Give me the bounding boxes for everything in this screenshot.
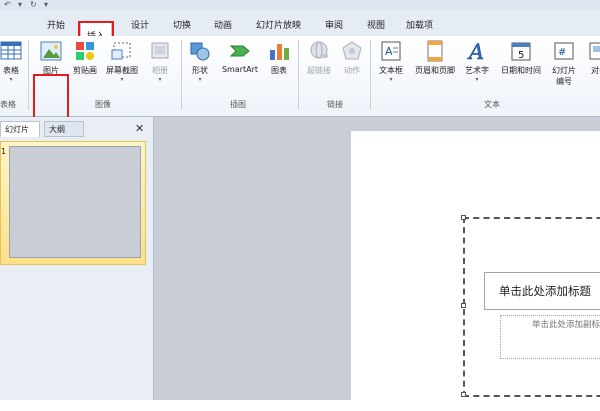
smartart-label: SmartArt [221, 65, 259, 74]
tab-slideshow[interactable]: 幻灯片放映 [256, 18, 301, 31]
object-button[interactable]: 对象 [584, 40, 600, 76]
shapes-label: 形状 [192, 66, 208, 75]
photo-album-label: 相册 [152, 66, 168, 75]
tab-design[interactable]: 设计 [131, 18, 149, 31]
svg-text:A: A [385, 45, 393, 58]
tab-animations[interactable]: 动画 [214, 18, 232, 31]
tab-home[interactable]: 开始 [47, 18, 65, 31]
dropdown-arrow-icon: ▾ [158, 76, 162, 83]
header-footer-button[interactable]: 页眉和页脚 [410, 40, 460, 76]
screenshot-label: 屏幕截图 [106, 66, 138, 75]
panel-tabs: 幻灯片 大纲 ✕ [0, 121, 153, 137]
screenshot-icon [111, 40, 133, 62]
action-label: 动作 [344, 66, 360, 75]
repeat-icon[interactable]: ↻ [30, 1, 37, 9]
dropdown-arrow-icon[interactable]: ▾ [18, 1, 22, 9]
slide-thumbnail-selected[interactable] [0, 141, 146, 265]
hyperlink-label: 超链接 [307, 66, 331, 75]
group-label-illustrations: 插图 [230, 100, 246, 109]
wordart-label: 艺术字 [465, 66, 489, 75]
textbox-button[interactable]: A 文本框 ▾ [374, 40, 408, 83]
title-placeholder[interactable]: 单击此处添加标题 [484, 272, 600, 310]
table-label: 表格 [3, 66, 19, 75]
tab-slides[interactable]: 幻灯片 [0, 121, 40, 137]
group-divider [298, 40, 299, 110]
table-button[interactable]: 表格 ▾ [0, 40, 26, 83]
chart-icon [268, 40, 290, 62]
resize-handle[interactable] [461, 215, 466, 220]
dropdown-arrow-icon: ▾ [475, 76, 479, 83]
header-footer-label: 页眉和页脚 [415, 66, 455, 75]
clipart-icon [74, 40, 96, 62]
group-label-links: 链接 [327, 100, 343, 109]
svg-text:5: 5 [518, 50, 524, 61]
date-time-button[interactable]: 5 日期和时间 [496, 40, 546, 76]
picture-button[interactable]: 图片 [35, 40, 67, 76]
group-divider [181, 40, 182, 110]
header-footer-icon [424, 40, 446, 62]
textbox-icon: A [380, 40, 402, 62]
quick-access-toolbar: ↶ ▾ ↻ ▾ [0, 0, 600, 10]
group-divider [370, 40, 371, 110]
screenshot-button[interactable]: 屏幕截图 ▾ [102, 40, 142, 83]
ribbon-tab-row: 开始 插入 设计 切换 动画 幻灯片放映 审阅 视图 加载项 [0, 10, 600, 45]
object-icon [588, 40, 600, 62]
tab-review[interactable]: 审阅 [325, 18, 343, 31]
tab-view[interactable]: 视图 [367, 18, 385, 31]
slide-number-label: 幻灯片 编号 [552, 66, 576, 86]
chart-button[interactable]: 图表 [264, 40, 294, 76]
dropdown-arrow-icon: ▾ [198, 76, 202, 83]
group-label-image: 图像 [95, 100, 111, 109]
tab-outline[interactable]: 大纲 [44, 121, 84, 137]
object-label: 对象 [591, 66, 600, 75]
smartart-button[interactable]: SmartArt [218, 40, 262, 74]
picture-icon [40, 40, 62, 62]
resize-handle[interactable] [461, 303, 466, 308]
textbox-label: 文本框 [379, 66, 403, 75]
smartart-icon [229, 40, 251, 62]
clipart-label: 剪贴画 [73, 66, 97, 75]
svg-text:A: A [467, 40, 484, 62]
slide-number-icon: # [553, 40, 575, 62]
slides-panel: 幻灯片 大纲 ✕ 1 [0, 117, 154, 400]
group-divider [28, 40, 29, 110]
shapes-icon [189, 40, 211, 62]
photo-album-button[interactable]: 相册 ▾ [145, 40, 175, 83]
slide-thumbnail[interactable] [9, 146, 141, 258]
ribbon-insert: 表格 ▾ 表格 图片 剪贴画 屏幕截图 ▾ 相册 ▾ 图像 形状 ▾ Smart… [0, 36, 600, 128]
clipart-button[interactable]: 剪贴画 [68, 40, 102, 76]
svg-text:#: # [558, 47, 566, 58]
tab-transitions[interactable]: 切换 [173, 18, 191, 31]
wordart-button[interactable]: A 艺术字 ▾ [460, 40, 494, 83]
hyperlink-icon [308, 40, 330, 62]
subtitle-placeholder[interactable]: 单击此处添加副标题 [500, 315, 600, 359]
customize-qat-icon[interactable]: ▾ [44, 1, 48, 9]
tab-addins[interactable]: 加载项 [406, 18, 433, 31]
hyperlink-button[interactable]: 超链接 [302, 40, 336, 76]
calendar-icon: 5 [510, 40, 532, 62]
action-button[interactable]: 动作 [338, 40, 366, 76]
slide[interactable] [351, 131, 600, 411]
dropdown-arrow-icon: ▾ [9, 76, 13, 83]
shapes-button[interactable]: 形状 ▾ [185, 40, 215, 83]
date-time-label: 日期和时间 [501, 66, 541, 75]
group-label-text: 文本 [484, 100, 500, 109]
action-icon [341, 40, 363, 62]
chart-label: 图表 [271, 66, 287, 75]
group-label-table: 表格 [0, 100, 16, 109]
table-icon [0, 40, 22, 62]
resize-handle[interactable] [461, 392, 466, 397]
undo-icon[interactable]: ↶ [4, 1, 11, 9]
close-icon[interactable]: ✕ [135, 122, 144, 135]
photo-album-icon [149, 40, 171, 62]
wordart-icon: A [466, 40, 488, 65]
dropdown-arrow-icon: ▾ [120, 76, 124, 83]
slide-thumbnail-number: 1 [1, 147, 7, 156]
slide-number-button[interactable]: # 幻灯片 编号 [548, 40, 580, 87]
dropdown-arrow-icon: ▾ [389, 76, 393, 83]
